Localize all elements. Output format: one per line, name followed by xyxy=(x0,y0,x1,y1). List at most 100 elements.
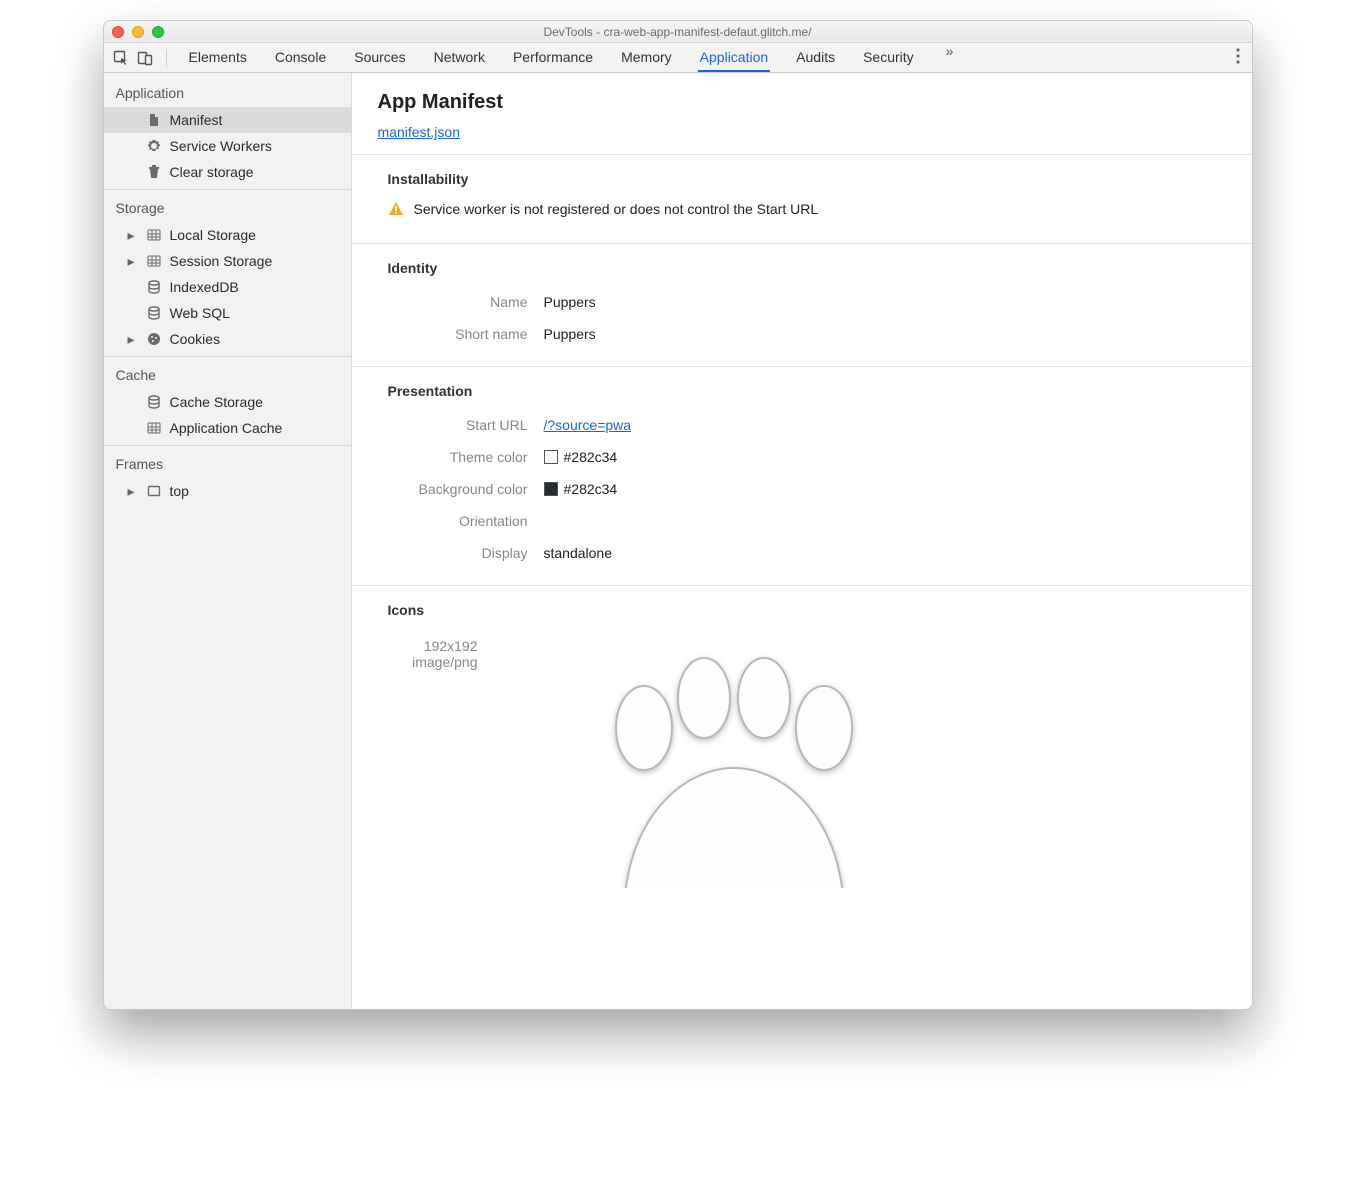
color-hex: #282c34 xyxy=(564,449,618,465)
sidebar-item-label: Clear storage xyxy=(170,164,254,180)
section-heading: Presentation xyxy=(352,383,1252,409)
sidebar-item-clear-storage[interactable]: Clear storage xyxy=(104,159,351,185)
field-label: Theme color xyxy=(388,449,528,465)
panel-tabs: Elements Console Sources Network Perform… xyxy=(187,43,1228,72)
tab-sources[interactable]: Sources xyxy=(352,43,407,72)
page-title: App Manifest xyxy=(352,73,1252,120)
color-hex: #282c34 xyxy=(564,481,618,497)
tab-performance[interactable]: Performance xyxy=(511,43,595,72)
sidebar-item-label: Web SQL xyxy=(170,305,230,321)
field-label: Name xyxy=(388,294,528,310)
sidebar-item-label: top xyxy=(170,483,189,499)
frame-icon xyxy=(146,483,162,499)
installability-section: Installability Service worker is not reg… xyxy=(352,154,1252,243)
sidebar-section-application: Application xyxy=(104,79,351,107)
toolbar-divider xyxy=(166,49,167,67)
sidebar-item-local-storage[interactable]: ▸ Local Storage xyxy=(104,222,351,248)
field-label: Display xyxy=(388,545,528,561)
field-value: #282c34 xyxy=(544,449,618,465)
display-row: Display standalone xyxy=(352,537,1252,569)
sidebar-item-websql[interactable]: Web SQL xyxy=(104,300,351,326)
field-value: standalone xyxy=(544,545,613,561)
start-url-row: Start URL /?source=pwa xyxy=(352,409,1252,441)
orientation-row: Orientation xyxy=(352,505,1252,537)
section-heading: Installability xyxy=(352,171,1252,197)
sidebar-section-storage: Storage xyxy=(104,194,351,222)
chevron-right-icon: ▸ xyxy=(128,483,138,500)
devtools-window: DevTools - cra-web-app-manifest-defaut.g… xyxy=(103,20,1253,1010)
section-heading: Identity xyxy=(352,260,1252,286)
installability-warning: Service worker is not registered or does… xyxy=(352,197,1252,227)
table-icon xyxy=(146,253,162,269)
inspect-element-icon[interactable] xyxy=(110,47,132,69)
sidebar-item-frames-top[interactable]: ▸ top xyxy=(104,478,351,504)
trash-icon xyxy=(146,164,162,180)
titlebar: DevTools - cra-web-app-manifest-defaut.g… xyxy=(104,21,1252,43)
warning-text: Service worker is not registered or does… xyxy=(414,201,819,217)
sidebar-divider xyxy=(104,445,351,446)
icons-section: Icons 192x192 image/png xyxy=(352,585,1252,904)
toggle-device-toolbar-icon[interactable] xyxy=(134,47,156,69)
sidebar-divider xyxy=(104,189,351,190)
sidebar-item-indexeddb[interactable]: IndexedDB xyxy=(104,274,351,300)
table-icon xyxy=(146,420,162,436)
start-url-link[interactable]: /?source=pwa xyxy=(544,417,632,433)
application-sidebar: Application Manifest Service Workers xyxy=(104,73,352,1009)
tab-application[interactable]: Application xyxy=(698,43,771,72)
field-value: Puppers xyxy=(544,326,596,342)
field-label: Start URL xyxy=(388,417,528,433)
sidebar-item-label: Application Cache xyxy=(170,420,283,436)
field-value: Puppers xyxy=(544,294,596,310)
tab-network[interactable]: Network xyxy=(432,43,487,72)
sidebar-item-manifest[interactable]: Manifest xyxy=(104,107,351,133)
cookie-icon xyxy=(146,331,162,347)
sidebar-section-frames: Frames xyxy=(104,450,351,478)
warning-icon xyxy=(388,201,404,217)
tab-audits[interactable]: Audits xyxy=(794,43,837,72)
manifest-pane: App Manifest manifest.json Installabilit… xyxy=(352,73,1252,1009)
sidebar-item-session-storage[interactable]: ▸ Session Storage xyxy=(104,248,351,274)
sidebar-item-label: Cache Storage xyxy=(170,394,263,410)
window-title: DevTools - cra-web-app-manifest-defaut.g… xyxy=(104,25,1252,39)
sidebar-item-label: IndexedDB xyxy=(170,279,239,295)
sidebar-item-label: Session Storage xyxy=(170,253,273,269)
identity-name-row: Name Puppers xyxy=(352,286,1252,318)
paw-icon xyxy=(534,638,914,888)
more-tabs-icon[interactable]: » xyxy=(940,43,960,72)
color-swatch xyxy=(544,450,558,464)
sidebar-item-cache-storage[interactable]: Cache Storage xyxy=(104,389,351,415)
manifest-json-link[interactable]: manifest.json xyxy=(378,124,460,140)
tab-console[interactable]: Console xyxy=(273,43,328,72)
chevron-right-icon: ▸ xyxy=(128,227,138,244)
icon-preview xyxy=(504,638,944,888)
sidebar-item-label: Local Storage xyxy=(170,227,256,243)
sidebar-item-label: Cookies xyxy=(170,331,221,347)
identity-short-name-row: Short name Puppers xyxy=(352,318,1252,350)
section-heading: Icons xyxy=(352,602,1252,628)
presentation-section: Presentation Start URL /?source=pwa Them… xyxy=(352,366,1252,585)
background-color-row: Background color #282c34 xyxy=(352,473,1252,505)
sidebar-item-label: Manifest xyxy=(170,112,223,128)
devtools-toolbar: Elements Console Sources Network Perform… xyxy=(104,43,1252,73)
icon-mime: image/png xyxy=(388,654,478,670)
database-icon xyxy=(146,394,162,410)
sidebar-item-cookies[interactable]: ▸ Cookies xyxy=(104,326,351,352)
database-icon xyxy=(146,279,162,295)
gear-icon xyxy=(146,138,162,154)
field-label: Background color xyxy=(388,481,528,497)
chevron-right-icon: ▸ xyxy=(128,331,138,348)
tab-security[interactable]: Security xyxy=(861,43,916,72)
file-icon xyxy=(146,112,162,128)
database-icon xyxy=(146,305,162,321)
panel-body: Application Manifest Service Workers xyxy=(104,73,1252,1009)
sidebar-item-service-workers[interactable]: Service Workers xyxy=(104,133,351,159)
devtools-menu-icon[interactable] xyxy=(1230,48,1246,67)
tab-elements[interactable]: Elements xyxy=(187,43,249,72)
sidebar-item-application-cache[interactable]: Application Cache xyxy=(104,415,351,441)
sidebar-section-cache: Cache xyxy=(104,361,351,389)
field-label: Orientation xyxy=(388,513,528,529)
table-icon xyxy=(146,227,162,243)
sidebar-divider xyxy=(104,356,351,357)
tab-memory[interactable]: Memory xyxy=(619,43,674,72)
icon-size: 192x192 xyxy=(388,638,478,654)
